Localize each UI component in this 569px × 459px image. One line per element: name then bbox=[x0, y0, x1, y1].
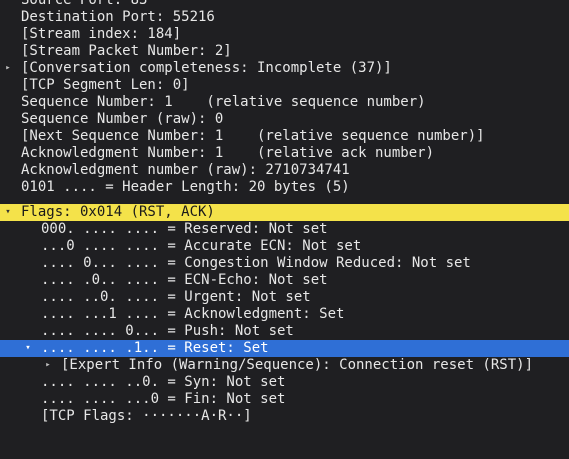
tree-row-next-sequence-number[interactable]: [Next Sequence Number: 1 (relative seque… bbox=[0, 128, 569, 145]
collapse-arrow-icon[interactable]: ▾ bbox=[23, 340, 33, 357]
tree-row-flag-urgent[interactable]: .... ..0. .... = Urgent: Not set bbox=[0, 289, 569, 306]
tree-row-flag-syn[interactable]: .... .... ..0. = Syn: Not set bbox=[0, 374, 569, 391]
tree-row-stream-index[interactable]: [Stream index: 184] bbox=[0, 26, 569, 43]
collapse-arrow-icon[interactable]: ▾ bbox=[3, 204, 13, 221]
tree-row-tcp-flags-summary[interactable]: [TCP Flags: ·······A·R··] bbox=[0, 408, 569, 425]
tree-row-acknowledgment-number-raw[interactable]: Acknowledgment number (raw): 2710734741 bbox=[0, 162, 569, 179]
tree-row-label: ...0 .... .... = Accurate ECN: Not set bbox=[41, 238, 362, 254]
tree-row-label: .... 0... .... = Congestion Window Reduc… bbox=[41, 255, 471, 271]
tree-row-flag-accurate-ecn[interactable]: ...0 .... .... = Accurate ECN: Not set bbox=[0, 238, 569, 255]
tree-row-flag-ecn-echo[interactable]: .... .0.. .... = ECN-Echo: Not set bbox=[0, 272, 569, 289]
tree-row-label: 0101 .... = Header Length: 20 bytes (5) bbox=[21, 179, 350, 195]
tree-row-flag-push[interactable]: .... .... 0... = Push: Not set bbox=[0, 323, 569, 340]
tree-row-sequence-number-raw[interactable]: Sequence Number (raw): 0 bbox=[0, 111, 569, 128]
packet-details-tree: Source Port: 83 Destination Port: 55216 … bbox=[0, 0, 569, 424]
tree-row-label: .... .... ..0. = Syn: Not set bbox=[41, 374, 286, 390]
tree-row-label: 000. .... .... = Reserved: Not set bbox=[41, 221, 328, 237]
tree-row-flag-acknowledgment[interactable]: .... ...1 .... = Acknowledgment: Set bbox=[0, 306, 569, 323]
tree-row-flag-cwr[interactable]: .... 0... .... = Congestion Window Reduc… bbox=[0, 255, 569, 272]
tree-row-label: [Expert Info (Warning/Sequence): Connect… bbox=[61, 357, 534, 373]
tree-row-flag-reset[interactable]: ▾ .... .... .1.. = Reset: Set bbox=[0, 340, 569, 357]
tree-row-label: [TCP Flags: ·······A·R··] bbox=[41, 408, 252, 424]
tree-row-tcp-segment-len[interactable]: [TCP Segment Len: 0] bbox=[0, 77, 569, 94]
tree-row-label: [Stream Packet Number: 2] bbox=[21, 43, 232, 59]
tree-row-sequence-number[interactable]: Sequence Number: 1 (relative sequence nu… bbox=[0, 94, 569, 111]
tree-row-label: Acknowledgment number (raw): 2710734741 bbox=[21, 162, 350, 178]
tree-row-label: .... .... ...0 = Fin: Not set bbox=[41, 391, 286, 407]
tree-row-label: [Stream index: 184] bbox=[21, 26, 182, 42]
tree-row-stream-packet-number[interactable]: [Stream Packet Number: 2] bbox=[0, 43, 569, 60]
tree-row-source-port[interactable]: Source Port: 83 bbox=[0, 0, 569, 9]
tree-row-label: .... ...1 .... = Acknowledgment: Set bbox=[41, 306, 345, 322]
expand-arrow-icon[interactable]: ▸ bbox=[43, 357, 53, 374]
tree-row-label: .... .... .1.. = Reset: Set bbox=[41, 340, 269, 356]
tree-row-label: .... ..0. .... = Urgent: Not set bbox=[41, 289, 311, 305]
tree-row-label: Flags: 0x014 (RST, ACK) bbox=[21, 204, 215, 220]
tree-row-destination-port[interactable]: Destination Port: 55216 bbox=[0, 9, 569, 26]
tree-row-label: Source Port: 83 bbox=[21, 0, 148, 8]
tree-row-label: [Next Sequence Number: 1 (relative seque… bbox=[21, 128, 485, 144]
tree-row-label: Sequence Number: 1 (relative sequence nu… bbox=[21, 94, 426, 110]
tree-row-label: [Conversation completeness: Incomplete (… bbox=[21, 60, 392, 76]
tree-row-flags[interactable]: ▾ Flags: 0x014 (RST, ACK) bbox=[0, 204, 569, 221]
tree-row-label: Sequence Number (raw): 0 bbox=[21, 111, 224, 127]
tree-row-label: [TCP Segment Len: 0] bbox=[21, 77, 190, 93]
tree-row-conversation-completeness[interactable]: ▸ [Conversation completeness: Incomplete… bbox=[0, 60, 569, 77]
tree-row-label: .... .... 0... = Push: Not set bbox=[41, 323, 294, 339]
tree-row-expert-info[interactable]: ▸ [Expert Info (Warning/Sequence): Conne… bbox=[0, 357, 569, 374]
tree-row-header-length[interactable]: 0101 .... = Header Length: 20 bytes (5) bbox=[0, 179, 569, 196]
tree-row-label: Destination Port: 55216 bbox=[21, 9, 215, 25]
expand-arrow-icon[interactable]: ▸ bbox=[3, 60, 13, 77]
tree-row-acknowledgment-number[interactable]: Acknowledgment Number: 1 (relative ack n… bbox=[0, 145, 569, 162]
tree-row-label: Acknowledgment Number: 1 (relative ack n… bbox=[21, 145, 435, 161]
tree-row-flag-fin[interactable]: .... .... ...0 = Fin: Not set bbox=[0, 391, 569, 408]
tree-row-flag-reserved[interactable]: 000. .... .... = Reserved: Not set bbox=[0, 221, 569, 238]
tree-row-label: .... .0.. .... = ECN-Echo: Not set bbox=[41, 272, 328, 288]
